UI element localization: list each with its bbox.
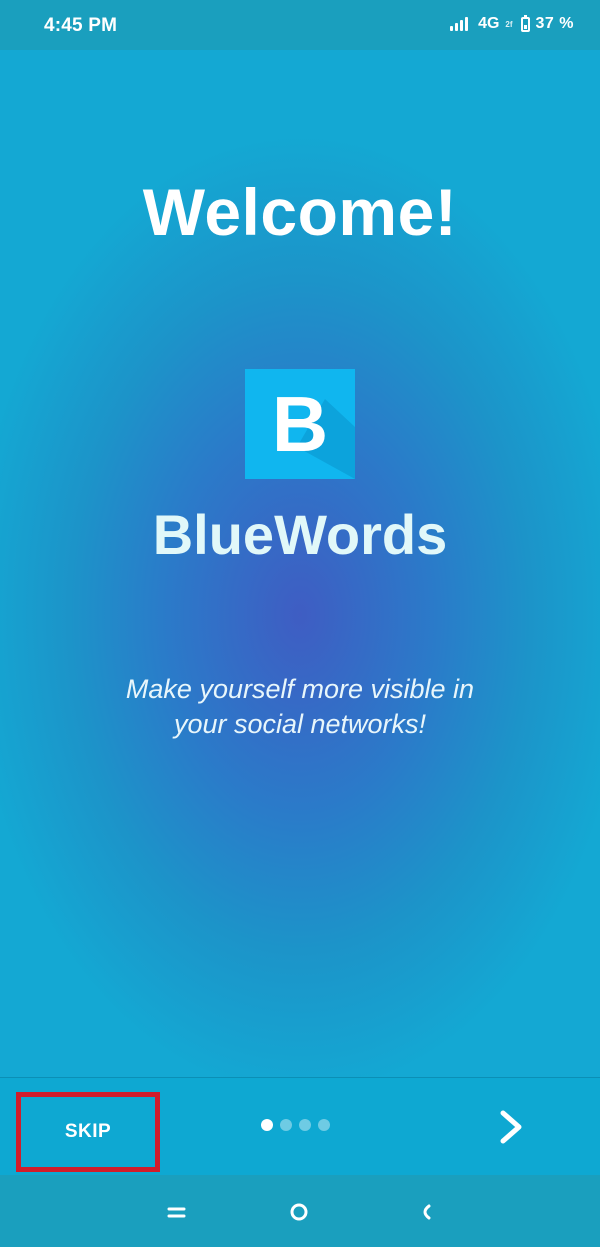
menu-button[interactable] (162, 1197, 192, 1227)
page-indicator (261, 1119, 330, 1131)
chevron-right-icon (500, 1110, 522, 1144)
onboarding-page: Welcome! B BlueWords Make yourself more … (0, 50, 600, 1077)
home-button[interactable] (284, 1197, 314, 1227)
tagline-line-2: your social networks! (173, 709, 427, 739)
status-time: 4:45 PM (44, 15, 118, 36)
page-dot-3 (299, 1119, 311, 1131)
welcome-title: Welcome! (142, 175, 458, 249)
page-dot-4 (318, 1119, 330, 1131)
tagline: Make yourself more visible in your socia… (60, 672, 540, 742)
onboarding-controls: SKIP (0, 1077, 600, 1175)
home-icon (290, 1203, 308, 1221)
status-bar: 4:45 PM 4G 2f 37 % (0, 0, 600, 50)
logo-graphic: B (272, 380, 355, 479)
back-icon (423, 1204, 431, 1220)
app-logo: B (245, 369, 355, 479)
battery-icon (520, 14, 530, 32)
back-button[interactable] (410, 1197, 440, 1227)
battery-percent: 37 % (535, 15, 574, 32)
logo-letter: B (272, 380, 328, 468)
signal-icon (450, 17, 469, 31)
status-indicators: 4G 2f 37 % (450, 14, 574, 33)
menu-icon (167, 1207, 186, 1218)
network-type: 4G (478, 15, 500, 32)
next-button[interactable] (490, 1102, 534, 1152)
network-sub: 2f (505, 19, 513, 29)
app-name: BlueWords (152, 503, 448, 566)
page-dot-1 (261, 1119, 273, 1131)
page-dot-2 (280, 1119, 292, 1131)
skip-button[interactable]: SKIP (16, 1092, 160, 1172)
tagline-line-1: Make yourself more visible in (125, 674, 475, 704)
system-nav-bar (0, 1175, 600, 1247)
